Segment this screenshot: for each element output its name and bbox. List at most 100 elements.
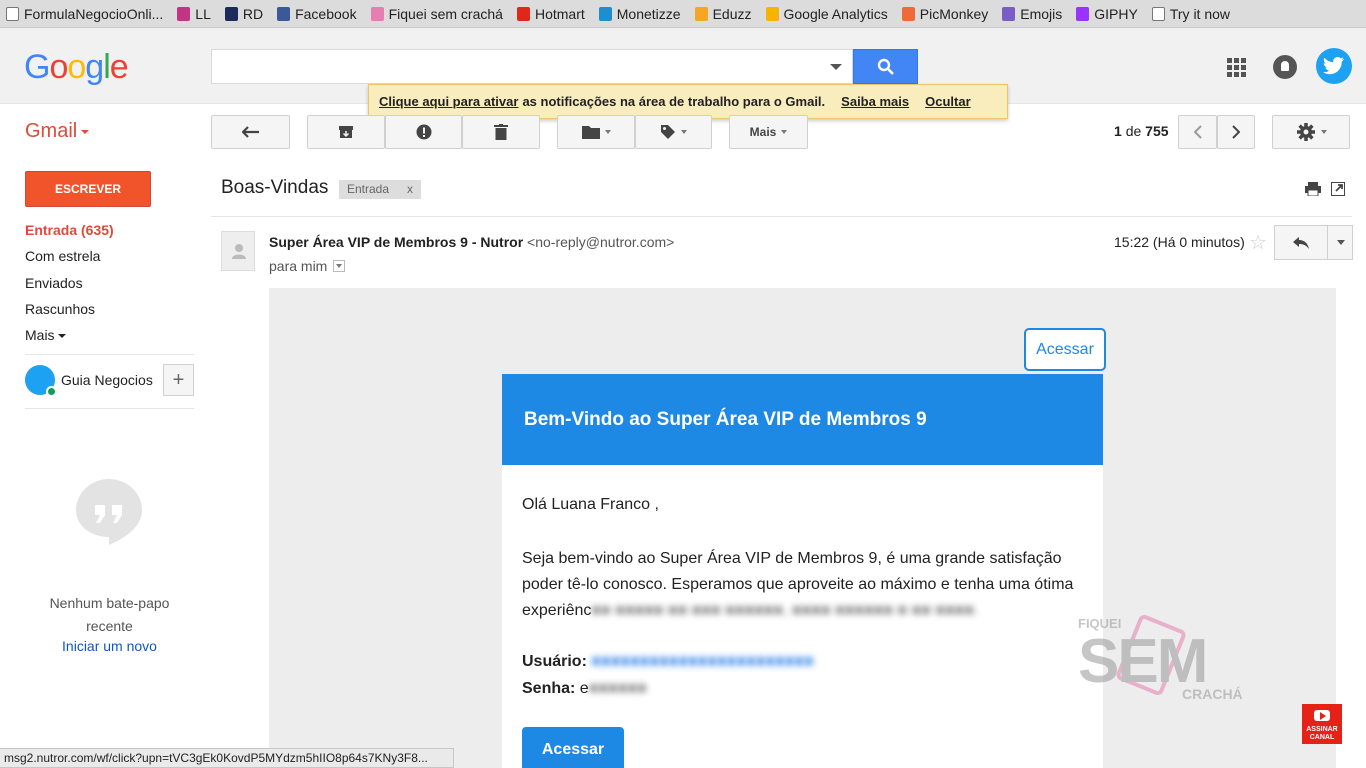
- search-input[interactable]: [211, 49, 853, 84]
- channel-watermark: FIQUEI SEM CRACHÁ: [1078, 612, 1248, 708]
- hangouts-user[interactable]: Guia Negocios: [25, 365, 153, 397]
- bookmark-item[interactable]: Try it now: [1151, 6, 1230, 22]
- email-subject: Boas-Vindas: [221, 177, 329, 198]
- more-actions-button[interactable]: Mais: [729, 115, 808, 149]
- header-divider: [211, 216, 1352, 217]
- bookmark-item[interactable]: RD: [224, 5, 264, 22]
- chevron-down-icon: [781, 130, 788, 134]
- bookmark-item[interactable]: GIPHY: [1076, 6, 1138, 22]
- search-button[interactable]: [853, 49, 918, 84]
- account-avatar[interactable]: [1316, 48, 1352, 84]
- bookmark-label: LL: [195, 5, 211, 22]
- reply-icon: [1293, 237, 1309, 249]
- facebook-icon: [277, 6, 291, 21]
- chevron-down-icon: [681, 130, 687, 134]
- access-button-bottom[interactable]: Acessar: [522, 727, 624, 768]
- bookmark-item[interactable]: FormulaNegocioOnli...: [6, 6, 163, 22]
- bookmark-label: Facebook: [295, 5, 357, 22]
- online-status-icon: [46, 386, 57, 397]
- analytics-icon: [765, 6, 779, 21]
- page-icon: [6, 6, 19, 21]
- chevron-down-icon: [1320, 130, 1327, 134]
- bookmark-item[interactable]: PicMonkey: [901, 6, 988, 22]
- bookmark-item[interactable]: Monetizze: [598, 6, 681, 22]
- bookmark-item[interactable]: Google Analytics: [765, 6, 888, 22]
- hangouts-user-name: Guia Negocios: [61, 372, 153, 388]
- sidebar-item-sent[interactable]: Enviados: [25, 275, 83, 291]
- google-logo[interactable]: Google: [24, 48, 129, 87]
- search-options-chevron-icon[interactable]: [830, 64, 842, 70]
- remove-label-icon[interactable]: x: [407, 182, 413, 197]
- older-button[interactable]: [1217, 115, 1255, 149]
- notifications-bell-icon[interactable]: [1273, 55, 1297, 79]
- gmail-app-switcher[interactable]: Gmail: [25, 120, 90, 143]
- bookmark-label: RD: [242, 5, 264, 22]
- password-prefix: e: [579, 680, 589, 697]
- compose-button[interactable]: ESCREVER: [25, 171, 151, 207]
- bookmark-item[interactable]: Hotmart: [516, 5, 585, 22]
- person-icon: [232, 244, 246, 259]
- sidebar-item-more[interactable]: Mais: [25, 327, 67, 343]
- new-chat-button[interactable]: +: [163, 364, 194, 396]
- arrow-back-icon: [241, 126, 259, 138]
- spam-icon: [416, 124, 431, 140]
- bookmark-label: GIPHY: [1094, 5, 1138, 22]
- apps-grid-icon[interactable]: [1227, 58, 1246, 77]
- reply-button[interactable]: [1274, 225, 1353, 260]
- page-icon: [1151, 6, 1165, 21]
- newer-button[interactable]: [1178, 115, 1217, 149]
- rd-icon: [224, 6, 238, 21]
- start-new-chat-link[interactable]: Iniciar um novo: [25, 638, 194, 654]
- email-greeting: Olá Luana Franco ,: [522, 496, 659, 513]
- hide-notification-link[interactable]: Ocultar: [925, 94, 971, 109]
- sidebar-item-inbox[interactable]: Entrada (635): [25, 222, 114, 238]
- learn-more-link[interactable]: Saiba mais: [841, 94, 909, 109]
- delete-button[interactable]: [462, 115, 540, 149]
- no-recent-chats: Nenhum bate-papo recente: [49, 595, 170, 634]
- password-field: Senha: e■■■■■■: [522, 680, 647, 698]
- gear-icon: [1296, 123, 1315, 141]
- blurred-user-email[interactable]: ■■■■■■■■■■■■■■■■■■■■■■■: [591, 653, 813, 670]
- back-button[interactable]: [211, 115, 290, 149]
- bookmark-item[interactable]: Emojis: [1002, 6, 1062, 22]
- access-button-top[interactable]: Acessar: [1024, 328, 1106, 371]
- chevron-left-icon: [1193, 125, 1202, 139]
- sidebar-more-label: Mais: [25, 327, 55, 343]
- sidebar-item-starred[interactable]: Com estrela: [25, 248, 100, 264]
- pagination-count: 1 de 755: [1114, 123, 1169, 139]
- bookmark-label: Emojis: [1020, 5, 1063, 22]
- bookmark-item[interactable]: Facebook: [277, 5, 357, 22]
- chevron-down-icon: [58, 334, 67, 339]
- plus-icon: +: [172, 368, 185, 391]
- subscribe-channel-badge[interactable]: ASSINAR CANAL: [1302, 704, 1342, 744]
- bookmark-label: Hotmart: [534, 5, 585, 22]
- logo-letter: G: [24, 48, 50, 86]
- settings-button[interactable]: [1272, 115, 1350, 149]
- bookmark-item[interactable]: LL: [177, 6, 211, 22]
- star-icon[interactable]: ☆: [1249, 230, 1267, 255]
- labels-button[interactable]: [635, 115, 712, 149]
- bookmark-item[interactable]: Fiquei sem crachá: [370, 6, 503, 22]
- activate-notifications-link[interactable]: Clique aqui para ativar: [379, 94, 518, 109]
- logo-letter: g: [85, 48, 104, 86]
- instagram-icon: [177, 6, 191, 21]
- archive-icon: [339, 126, 353, 138]
- report-spam-button[interactable]: [385, 115, 462, 149]
- chevron-down-icon[interactable]: [1337, 240, 1345, 245]
- desktop-notification-banner: Clique aqui para ativar as notificações …: [368, 84, 1008, 119]
- blurred-text: ■■ ■■■■■ ■■ ■■■ ■■■■■■, ■■■■ ■■■■■■ ■ ■■…: [591, 602, 979, 619]
- details-dropdown-icon[interactable]: [333, 260, 346, 272]
- recipient-details[interactable]: para mim: [269, 258, 346, 274]
- new-window-icon[interactable]: [1331, 182, 1345, 196]
- hotmart-icon: [516, 6, 530, 21]
- email-paragraph: Seja bem-vindo ao Super Área VIP de Memb…: [522, 546, 1092, 624]
- bookmark-item[interactable]: Eduzz: [694, 6, 752, 22]
- sidebar-item-drafts[interactable]: Rascunhos: [25, 301, 95, 317]
- archive-button[interactable]: [307, 115, 385, 149]
- sender-info: Super Área VIP de Membros 9 - Nutror <no…: [269, 234, 674, 250]
- giphy-icon: [1076, 6, 1090, 21]
- bookmark-label: FormulaNegocioOnli...: [24, 5, 164, 22]
- print-icon[interactable]: [1305, 182, 1321, 196]
- sender-name[interactable]: Super Área VIP de Membros 9 - Nutror: [269, 234, 523, 250]
- move-to-button[interactable]: [557, 115, 635, 149]
